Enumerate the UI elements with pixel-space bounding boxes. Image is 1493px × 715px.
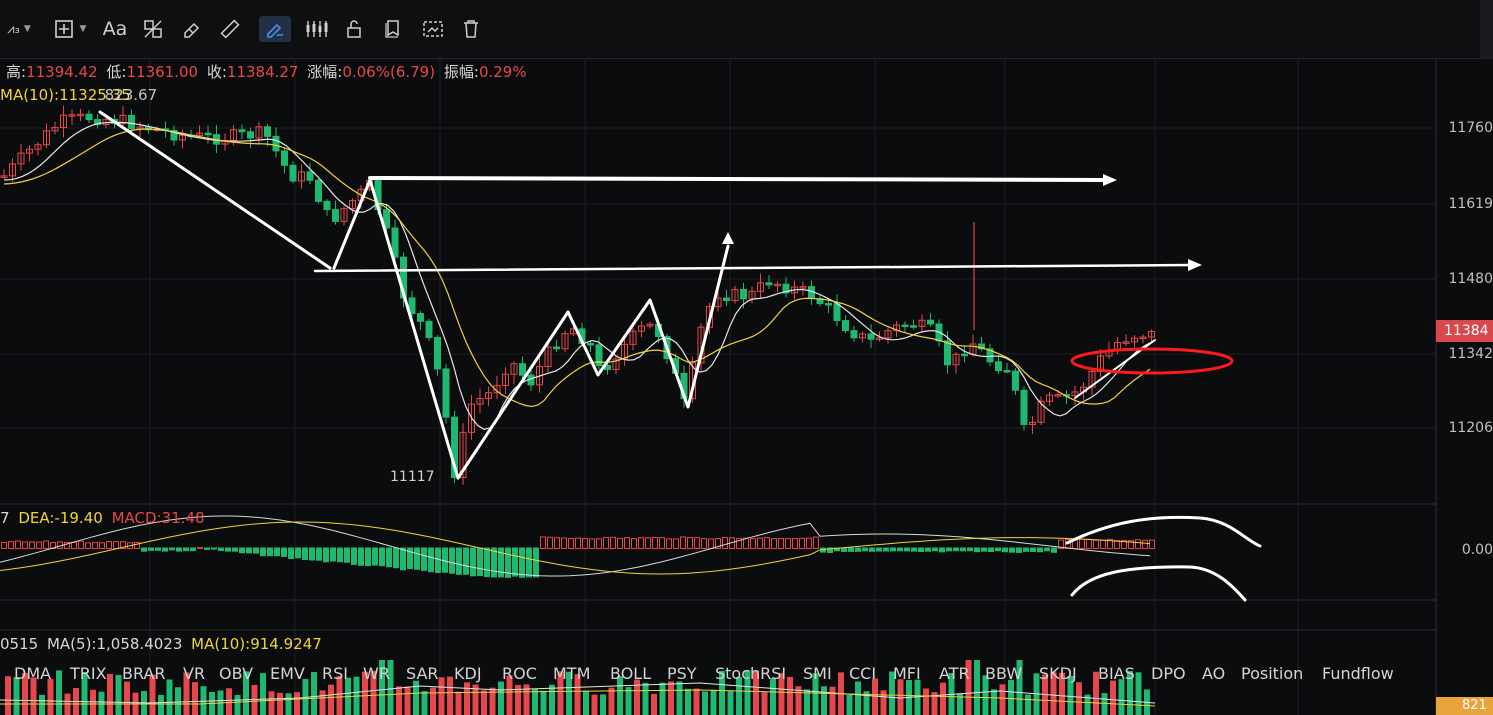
volume-tag: 821 bbox=[1436, 697, 1493, 715]
tab-bias[interactable]: BIAS bbox=[1098, 664, 1135, 683]
crosshair-add-icon[interactable]: ▼ bbox=[48, 16, 92, 42]
tab-obv[interactable]: OBV bbox=[219, 664, 253, 683]
hide-drawings-icon[interactable] bbox=[381, 16, 405, 42]
volume-value: 0515 bbox=[0, 635, 39, 653]
tab-psy[interactable]: PSY bbox=[667, 664, 697, 683]
tab-bbw[interactable]: BBW bbox=[985, 664, 1022, 683]
tab-kdj[interactable]: KDJ bbox=[454, 664, 482, 683]
drawing-toolbar: ⩘₃ ▼ ▼ Aa bbox=[0, 0, 1493, 59]
tab-skdj[interactable]: SKDJ bbox=[1039, 664, 1077, 683]
tab-fundflow[interactable]: Fundflow bbox=[1322, 664, 1394, 683]
chevron-down-icon[interactable]: ▼ bbox=[24, 24, 31, 34]
tab-dma[interactable]: DMA bbox=[14, 664, 51, 683]
tab-trix[interactable]: TRIX bbox=[70, 664, 107, 683]
macd-value: 31.48 bbox=[161, 509, 205, 527]
price-tick: 11480 bbox=[1448, 271, 1493, 287]
price-tick: 11619 bbox=[1448, 196, 1493, 212]
vol-ma10-label: MA(10): bbox=[191, 635, 251, 653]
tab-smi[interactable]: SMI bbox=[803, 664, 832, 683]
lock-icon[interactable] bbox=[342, 16, 366, 42]
dea-value: -19.40 bbox=[54, 509, 103, 527]
high-label: 高: bbox=[6, 63, 27, 81]
tab-position[interactable]: Position bbox=[1241, 664, 1303, 683]
price-tick: 11342 bbox=[1448, 346, 1493, 362]
close-label: 收: bbox=[206, 63, 227, 81]
vol-ma10-value: 914.9247 bbox=[250, 635, 322, 653]
macd-zero-tick: 0.00 bbox=[1461, 542, 1493, 558]
candles-icon[interactable] bbox=[302, 16, 330, 42]
tab-roc[interactable]: ROC bbox=[502, 664, 537, 683]
ma10-label: MA(10): bbox=[0, 86, 60, 104]
vol-ma5-value: 1,058.4023 bbox=[96, 635, 183, 653]
macd-label: MACD: bbox=[111, 509, 162, 527]
dea-label: DEA: bbox=[18, 509, 55, 527]
chart-area[interactable]: 高:11394.42 低:11361.00 收:11384.27 涨幅:0.06… bbox=[0, 58, 1493, 715]
tab-brar[interactable]: BRAR bbox=[122, 664, 166, 683]
ohlc-info: 高:11394.42 低:11361.00 收:11384.27 涨幅:0.06… bbox=[6, 61, 527, 82]
eraser-icon[interactable] bbox=[178, 16, 204, 42]
tab-mtm[interactable]: MTM bbox=[553, 664, 590, 683]
text-tool-icon[interactable]: Aa bbox=[100, 16, 130, 42]
tab-sar[interactable]: SAR bbox=[406, 664, 439, 683]
amplitude-value: 0.29% bbox=[478, 63, 527, 81]
price-tick: 11760 bbox=[1448, 120, 1493, 136]
low-label: 低: bbox=[106, 63, 127, 81]
chart-canvas[interactable] bbox=[0, 58, 1493, 715]
ma-info: MA(10):11325.35823.67 bbox=[0, 86, 157, 104]
ruler-icon[interactable] bbox=[217, 16, 243, 42]
trash-icon[interactable] bbox=[459, 16, 483, 42]
dif-value: 7 bbox=[0, 509, 10, 527]
line-tool-icon[interactable]: ⩘₃ ▼ bbox=[0, 16, 38, 42]
tab-stochrsi[interactable]: StochRSI bbox=[715, 664, 786, 683]
user-drawings bbox=[98, 110, 1262, 602]
change-value: 0.06%(6.79) bbox=[342, 63, 436, 81]
volume-info: 0515 MA(5):1,058.4023 MA(10):914.9247 bbox=[0, 635, 322, 653]
moving-average-lines bbox=[3, 121, 1151, 430]
grid-lines bbox=[0, 58, 1437, 715]
chevron-down-icon[interactable]: ▼ bbox=[80, 24, 87, 34]
change-label: 涨幅: bbox=[307, 63, 343, 81]
amplitude-label: 振幅: bbox=[443, 63, 479, 81]
price-tick: 11206 bbox=[1448, 420, 1493, 436]
ma-other-value: 823.67 bbox=[104, 86, 158, 104]
tab-mfi[interactable]: MFI bbox=[893, 664, 921, 683]
close-value: 11384.27 bbox=[226, 63, 299, 81]
low-value: 11361.00 bbox=[126, 63, 199, 81]
current-price-tag: 11384 bbox=[1436, 320, 1493, 342]
low-point-label: 11117 bbox=[390, 469, 435, 485]
tab-cci[interactable]: CCI bbox=[849, 664, 876, 683]
tab-atr[interactable]: ATR bbox=[939, 664, 970, 683]
tab-vr[interactable]: VR bbox=[183, 664, 205, 683]
screenshot-icon[interactable] bbox=[419, 16, 447, 42]
tab-rsi[interactable]: RSI bbox=[322, 664, 348, 683]
tab-ao[interactable]: AO bbox=[1202, 664, 1225, 683]
high-value: 11394.42 bbox=[26, 63, 98, 81]
vol-ma5-label: MA(5): bbox=[46, 635, 97, 653]
indicator-tabs: DMA TRIX BRAR VR OBV EMV RSI WR SAR KDJ ROC MTM BOLL… bbox=[0, 658, 1436, 688]
tab-wr[interactable]: WR bbox=[363, 664, 390, 683]
tab-boll[interactable]: BOLL bbox=[610, 664, 651, 683]
tab-dpo[interactable]: DPO bbox=[1151, 664, 1186, 683]
pattern-tool-icon[interactable] bbox=[140, 16, 166, 42]
pen-drawing-icon[interactable] bbox=[259, 16, 291, 42]
tab-emv[interactable]: EMV bbox=[270, 664, 305, 683]
macd-info: 7 DEA:-19.40 MACD:31.48 bbox=[0, 509, 205, 527]
